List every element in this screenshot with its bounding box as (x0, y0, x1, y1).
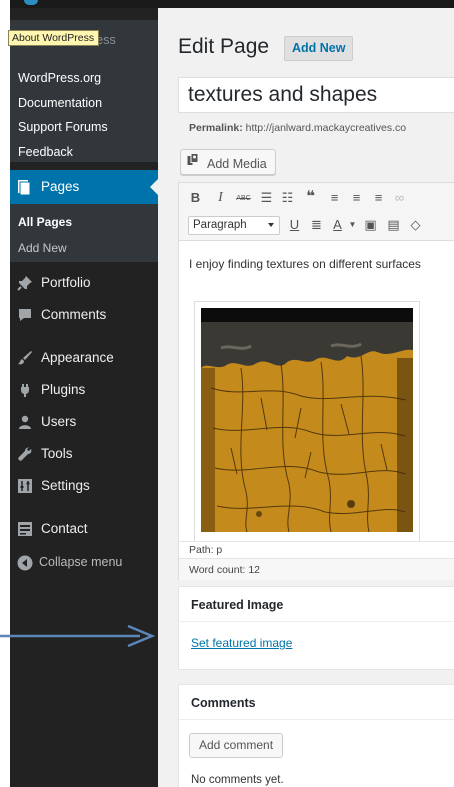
align-left-button[interactable]: ≡ (326, 190, 343, 208)
numbered-list-button[interactable]: ☷ (279, 190, 296, 208)
sidebar-item-comments[interactable]: Comments (10, 300, 158, 330)
submenu-item-documentation[interactable]: Documentation (18, 96, 102, 110)
sidebar-item-portfolio[interactable]: Portfolio (10, 268, 158, 298)
sidebar-item-label: Settings (41, 478, 90, 493)
admin-bar (10, 0, 454, 8)
submenu-item-wordpress-org[interactable]: WordPress.org (18, 71, 101, 85)
add-new-button[interactable]: Add New (284, 36, 354, 61)
word-count-text: Word count: 12 (189, 564, 261, 576)
pages-submenu: All Pages Add New (10, 204, 158, 262)
align-right-button[interactable]: ≡ (370, 190, 387, 208)
collapse-menu-label: Collapse menu (39, 555, 123, 569)
pages-icon (16, 179, 32, 195)
comments-header[interactable]: Comments (179, 685, 454, 720)
permalink-url[interactable]: http://janlward.mackaycreatives.co (246, 122, 406, 134)
post-title-input[interactable]: textures and shapes (178, 77, 454, 113)
add-media-icon (187, 153, 202, 166)
comments-heading: Comments (191, 696, 256, 710)
sidebar-item-tools[interactable]: Tools (10, 439, 158, 469)
justify-button[interactable]: ≣ (308, 217, 325, 235)
content-editor: B I ABC ☰ ☷ ❝ ≡ ≡ ≡ ∞ Paragraph U ≣ A ▼ … (178, 182, 454, 580)
underline-button[interactable]: U (286, 217, 303, 235)
annotation-arrow-icon (0, 624, 156, 648)
page-title: Edit Page (178, 35, 270, 58)
admin-sidebar: About WordPress WordPress.org Documentat… (8, 8, 158, 787)
sidebar-item-settings[interactable]: Settings (10, 471, 158, 501)
pin-icon (17, 275, 33, 291)
clear-formatting-icon[interactable]: ▤ (385, 217, 402, 235)
blockquote-button[interactable]: ❝ (302, 189, 319, 207)
current-menu-indicator (150, 179, 158, 195)
featured-image-heading: Featured Image (191, 598, 284, 612)
post-title-value: textures and shapes (188, 83, 378, 106)
permalink: Permalink: http://janlward.mackaycreativ… (189, 122, 406, 134)
paintbrush-icon (17, 350, 33, 366)
eraser-icon[interactable]: ◇ (407, 217, 424, 235)
sliders-icon (17, 478, 33, 494)
sidebar-item-users[interactable]: Users (10, 407, 158, 437)
sidebar-item-appearance[interactable]: Appearance (10, 343, 158, 373)
text-color-dropdown-icon[interactable]: ▼ (344, 217, 361, 235)
permalink-label: Permalink: (189, 122, 243, 134)
embedded-image-frame[interactable] (194, 301, 420, 543)
sidebar-item-label: Users (41, 414, 77, 429)
featured-image-box: Featured Image Set featured image (178, 586, 454, 670)
user-icon (17, 414, 33, 430)
comments-box: Comments Add comment No comments yet. (178, 684, 454, 787)
sidebar-item-label: Appearance (41, 350, 114, 365)
wrench-icon (17, 446, 33, 462)
no-comments-text: No comments yet. (191, 774, 284, 786)
featured-image-header[interactable]: Featured Image (179, 587, 454, 622)
word-count-bar: Word count: 12 (179, 558, 454, 580)
italic-button[interactable]: I (212, 190, 229, 208)
submenu-item-add-new[interactable]: Add New (18, 241, 67, 255)
sidebar-item-label: Portfolio (41, 275, 91, 290)
sidebar-item-plugins[interactable]: Plugins (10, 375, 158, 405)
bullet-list-button[interactable]: ☰ (258, 190, 275, 208)
sidebar-item-label: Plugins (41, 382, 86, 397)
plug-icon (17, 382, 33, 398)
strikethrough-button[interactable]: ABC (235, 190, 252, 208)
editor-body-text[interactable]: I enjoy finding textures on different su… (189, 257, 421, 271)
add-media-button[interactable]: Add Media (180, 149, 276, 175)
collapse-arrow-icon (17, 555, 33, 571)
tooltip: About WordPress (8, 30, 100, 46)
sidebar-item-contact[interactable]: Contact (10, 514, 158, 544)
format-select-value: Paragraph (193, 219, 247, 231)
add-media-label: Add Media (207, 157, 267, 171)
editor-toolbar: B I ABC ☰ ☷ ❝ ≡ ≡ ≡ ∞ Paragraph U ≣ A ▼ … (179, 183, 454, 241)
add-comment-button[interactable]: Add comment (189, 733, 284, 758)
sidebar-item-label: Contact (41, 521, 88, 536)
pottery-texture-image[interactable] (201, 308, 413, 532)
submenu-item-support-forums[interactable]: Support Forums (18, 120, 108, 134)
comment-bubble-icon (17, 307, 33, 323)
chevron-down-icon (268, 223, 274, 227)
submenu-item-all-pages[interactable]: All Pages (18, 215, 72, 229)
sidebar-item-label: Tools (41, 446, 73, 461)
submenu-item-feedback[interactable]: Feedback (18, 145, 73, 159)
sidebar-item-pages[interactable]: Pages (10, 170, 158, 204)
main-content: Edit Page Add New textures and shapes Pe… (158, 8, 454, 787)
editor-path-bar: Path: p (179, 541, 454, 557)
path-text: Path: p (189, 544, 223, 556)
insert-link-button[interactable]: ∞ (391, 190, 408, 208)
set-featured-image-link[interactable]: Set featured image (191, 636, 292, 650)
align-center-button[interactable]: ≡ (348, 190, 365, 208)
paste-as-text-icon[interactable]: ▣ (362, 217, 379, 235)
sidebar-item-label: Pages (41, 179, 80, 194)
sidebar-item-label: Comments (41, 307, 107, 322)
wordpress-logo-icon[interactable] (24, 0, 38, 5)
contact-form-icon (17, 521, 33, 537)
format-select[interactable]: Paragraph (188, 216, 280, 235)
bold-button[interactable]: B (187, 190, 204, 208)
